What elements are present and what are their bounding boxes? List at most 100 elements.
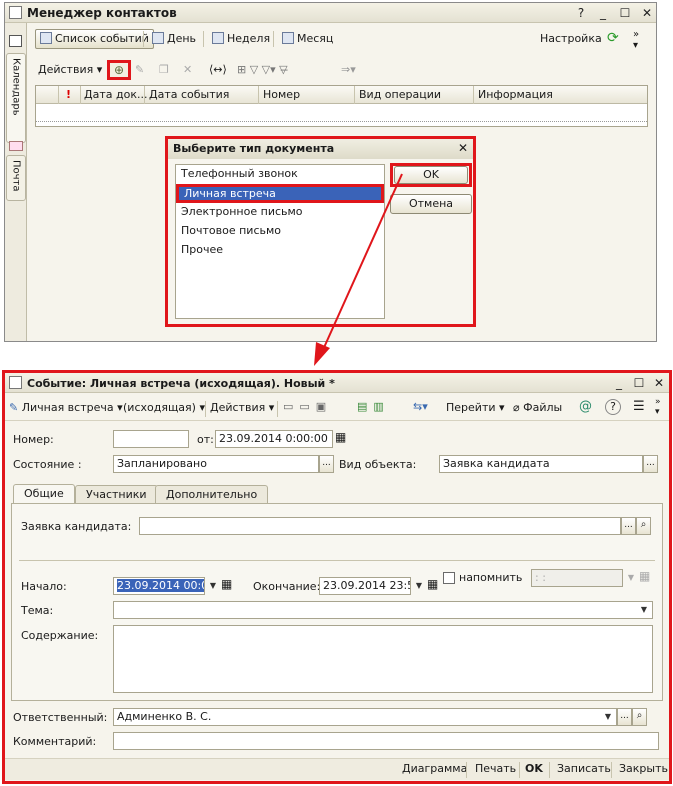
- menu-icon[interactable]: ☰: [633, 399, 645, 414]
- pointer-arrow: [314, 173, 403, 366]
- table-row[interactable]: [36, 104, 647, 122]
- state-field[interactable]: Запланировано: [113, 455, 319, 473]
- calendar-icon[interactable]: ▦: [639, 569, 650, 583]
- topic-dropdown-icon[interactable]: ▼: [637, 602, 651, 618]
- tab-calendar[interactable]: Календарь: [6, 53, 26, 143]
- title-bar: Событие: Личная встреча (исходящая). Нов…: [5, 373, 669, 393]
- search-icon[interactable]: ⌕: [636, 517, 651, 535]
- files-button[interactable]: ⌀ Файлы: [513, 401, 562, 414]
- post-icons[interactable]: ▤▥: [357, 400, 390, 413]
- event-form-window: Событие: Личная встреча (исходящая). Нов…: [2, 370, 672, 784]
- responsible-dropdown-icon[interactable]: ▼: [601, 709, 615, 725]
- end-dropdown-icon[interactable]: ▼: [412, 578, 426, 594]
- number-field[interactable]: [113, 430, 189, 448]
- export-icon[interactable]: ⇒▾: [341, 63, 356, 76]
- add-button[interactable]: ⊕: [107, 60, 131, 80]
- date-label: от:: [197, 433, 214, 446]
- settings-button[interactable]: Настройка: [535, 29, 607, 49]
- remind-dropdown-icon[interactable]: ▼: [624, 570, 638, 586]
- events-table: ! Дата док... Дата события Номер Вид опе…: [35, 85, 648, 127]
- candidate-field[interactable]: [139, 517, 621, 535]
- close-form-button[interactable]: Закрыть: [619, 762, 668, 775]
- month-view-button[interactable]: Месяц: [277, 29, 338, 49]
- document-icons[interactable]: ▭▭▣: [283, 400, 332, 413]
- calendar-icon[interactable]: ▦: [221, 577, 232, 591]
- responsible-select-button[interactable]: ...: [617, 708, 632, 726]
- goto-menu[interactable]: Перейти ▾: [446, 401, 505, 414]
- actions-menu[interactable]: Действия ▾: [210, 401, 274, 414]
- help-icon[interactable]: ?: [605, 399, 621, 415]
- responsible-label: Ответственный:: [13, 711, 108, 724]
- more-icon[interactable]: » ▾: [655, 397, 661, 417]
- column-header[interactable]: Дата события: [149, 88, 229, 101]
- list-view-button[interactable]: Список событий: [35, 29, 154, 49]
- start-dropdown-icon[interactable]: ▼: [206, 578, 220, 594]
- remind-time-field[interactable]: : :: [531, 569, 623, 587]
- mail-icon: [9, 141, 23, 151]
- window-icon: [9, 6, 22, 19]
- copy-icon[interactable]: ❐: [159, 63, 169, 76]
- week-icon: [212, 32, 224, 44]
- maximize-button[interactable]: ☐: [617, 5, 633, 21]
- tab-participants[interactable]: Участники: [75, 485, 158, 504]
- end-field[interactable]: 23.09.2014 23:59: [319, 577, 411, 595]
- candidate-label: Заявка кандидата:: [21, 520, 132, 533]
- window-title: Событие: Личная встреча (исходящая). Нов…: [27, 377, 335, 390]
- window-icon: [9, 376, 22, 389]
- calendar-icon[interactable]: ▦: [335, 430, 346, 444]
- column-header[interactable]: Вид операции: [359, 88, 441, 101]
- start-field[interactable]: 23.09.2014 00:00: [113, 577, 205, 595]
- filter-icon[interactable]: ⊞ ▽ ▽▾ ▽̶: [237, 63, 288, 76]
- actions-menu[interactable]: Действия ▾: [38, 63, 102, 76]
- tab-general[interactable]: Общие: [13, 484, 75, 504]
- object-type-label: Вид объекта:: [339, 458, 417, 471]
- close-icon[interactable]: ✕: [458, 141, 468, 155]
- edit-icon[interactable]: ✎: [135, 63, 144, 76]
- more-icon[interactable]: » ▾: [633, 29, 639, 51]
- delete-icon[interactable]: ✕: [183, 63, 192, 76]
- tab-mail[interactable]: Почта: [6, 155, 26, 201]
- calendar-icon[interactable]: ▦: [427, 577, 438, 591]
- list-icon: [40, 32, 52, 44]
- diagram-button[interactable]: Диаграмма: [402, 762, 467, 775]
- remind-label: напомнить: [459, 571, 523, 584]
- state-label: Состояние :: [13, 458, 82, 471]
- help-icon[interactable]: ?: [573, 5, 589, 21]
- candidate-select-button[interactable]: ...: [621, 517, 636, 535]
- minimize-button[interactable]: _: [595, 5, 611, 21]
- refresh-icon[interactable]: ⟳: [607, 30, 619, 46]
- comment-field[interactable]: [113, 732, 659, 750]
- column-header[interactable]: Номер: [263, 88, 300, 101]
- remind-checkbox[interactable]: [443, 572, 455, 584]
- week-view-button[interactable]: Неделя: [207, 29, 275, 49]
- responsible-field[interactable]: Админенко В. С.: [113, 708, 617, 726]
- ok-button[interactable]: OK: [525, 762, 543, 775]
- direction-menu[interactable]: (исходящая) ▾: [123, 401, 205, 414]
- object-type-select-button[interactable]: ...: [643, 455, 658, 473]
- content-label: Содержание:: [21, 629, 99, 642]
- print-button[interactable]: Печать: [475, 762, 516, 775]
- state-select-button[interactable]: ...: [319, 455, 334, 473]
- minimize-button[interactable]: _: [611, 375, 627, 391]
- close-button[interactable]: ✕: [639, 5, 655, 21]
- structure-icon[interactable]: ⇆▾: [413, 400, 428, 413]
- start-label: Начало:: [21, 580, 67, 593]
- day-view-button[interactable]: День: [147, 29, 201, 49]
- end-label: Окончание:: [253, 580, 321, 593]
- search-icon[interactable]: ⌕: [632, 708, 647, 726]
- topic-field[interactable]: [113, 601, 653, 619]
- separator: [19, 560, 655, 561]
- date-field[interactable]: 23.09.2014 0:00:00: [215, 430, 333, 448]
- column-header[interactable]: Информация: [478, 88, 553, 101]
- column-header[interactable]: Дата док...: [84, 88, 147, 101]
- interval-icon[interactable]: ⟨↔⟩: [209, 63, 227, 76]
- object-type-field[interactable]: Заявка кандидата: [439, 455, 643, 473]
- event-type-menu[interactable]: ✎ Личная встреча ▾: [9, 401, 123, 414]
- content-field[interactable]: [113, 625, 653, 693]
- maximize-button[interactable]: ☐: [631, 375, 647, 391]
- comment-label: Комментарий:: [13, 735, 97, 748]
- tab-additional[interactable]: Дополнительно: [155, 485, 269, 504]
- save-button[interactable]: Записать: [557, 762, 611, 775]
- mail-icon[interactable]: @: [579, 399, 592, 414]
- close-button[interactable]: ✕: [651, 375, 667, 391]
